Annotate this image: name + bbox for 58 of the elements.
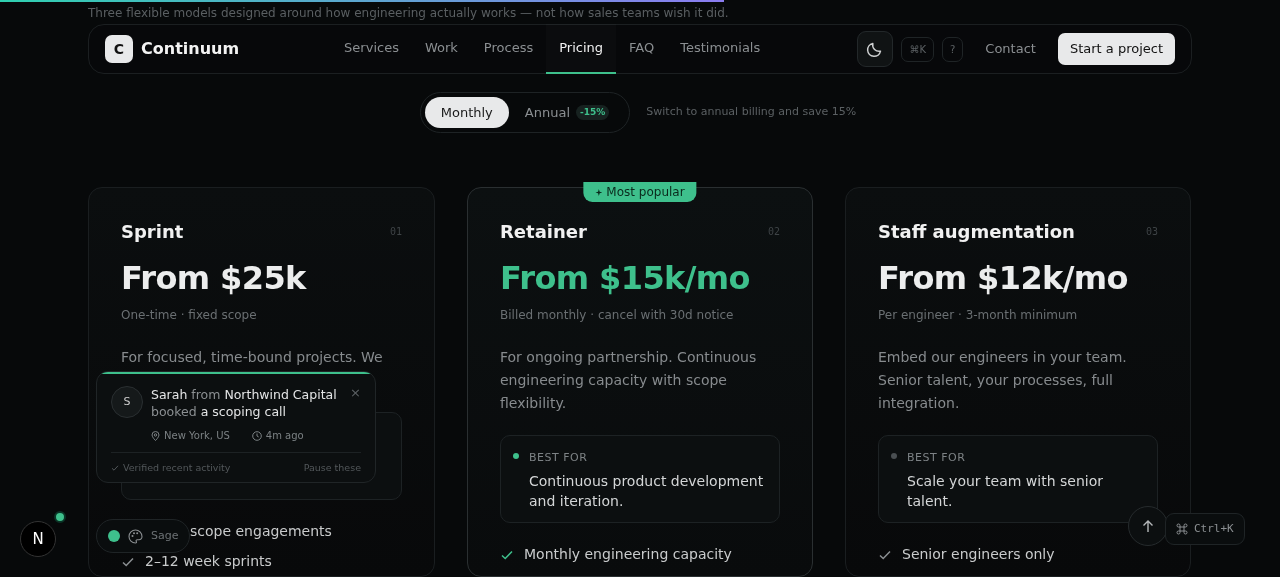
best-for-text: Scale your team with senior talent. xyxy=(907,472,1104,512)
sparkle-icon xyxy=(595,188,603,196)
plan-number: 03 xyxy=(1145,225,1158,240)
nav-link[interactable]: Testimonials xyxy=(667,24,774,74)
plan-title: Retainer xyxy=(500,221,587,243)
plan-title: Sprint xyxy=(121,221,184,243)
plan-title: Staff augmentation xyxy=(878,221,1075,243)
command-palette-button[interactable]: Ctrl+K xyxy=(1165,513,1245,545)
best-for-label: BEST FOR xyxy=(529,449,589,466)
close-button[interactable]: × xyxy=(350,386,361,399)
best-for-label: BEST FOR xyxy=(907,449,967,466)
dev-badge[interactable]: N xyxy=(20,521,56,557)
nav-link[interactable]: Services xyxy=(331,24,412,74)
plan-number: 01 xyxy=(389,225,402,240)
discount-badge: -15% xyxy=(576,104,610,121)
plan-terms: One-time · fixed scope xyxy=(121,306,258,324)
activity-message: Sarah from Northwind Capital booked a scoping call xyxy=(151,386,338,420)
theme-toggle-button[interactable] xyxy=(857,31,894,67)
nav-link[interactable]: Process xyxy=(470,24,547,74)
verified-text: Verified recent activity xyxy=(123,461,231,475)
plan-price: From $12k/mo xyxy=(878,257,1129,299)
contact-link[interactable]: Contact xyxy=(975,39,1046,59)
feature-text: Senior engineers only xyxy=(902,545,1055,565)
location-text: New York, US xyxy=(164,429,230,443)
plan-description: Embed our engineers in your team. Senior talent, your processes, full integration. xyxy=(878,347,1128,413)
palette-icon xyxy=(128,528,143,544)
logo-mark[interactable]: C xyxy=(105,35,133,63)
nav-link[interactable]: Work xyxy=(411,24,471,74)
clock-icon xyxy=(251,430,262,441)
plan-description: For focused, time-bound projects. We xyxy=(121,347,384,367)
nav-link[interactable]: Pricing xyxy=(546,24,616,74)
location-pin-icon xyxy=(151,430,160,441)
best-for-text: Continuous product development and iteration. xyxy=(529,472,765,512)
brand-name[interactable]: Continuum xyxy=(141,37,240,61)
plan-price: From $25k xyxy=(121,257,308,299)
feature-text: scope engagements xyxy=(190,522,332,542)
search-shortcut-button[interactable]: ⌘K xyxy=(901,36,934,62)
arrow-up-icon xyxy=(1142,519,1154,533)
feature-text: Monthly engineering capacity xyxy=(524,545,732,565)
command-key-icon xyxy=(1176,523,1188,535)
billing-option[interactable]: Monthly xyxy=(424,97,509,128)
nav-link[interactable]: FAQ xyxy=(616,24,668,74)
plan-description: For ongoing partnership. Continuous engineering capacity with scope flexibility. xyxy=(500,347,758,413)
feature-text: 2–12 week sprints xyxy=(145,552,272,572)
theme-picker-button[interactable]: Sage xyxy=(96,519,191,553)
plan-terms: Billed monthly · cancel with 30d notice xyxy=(500,306,735,324)
billing-option[interactable]: Annual -15% xyxy=(508,97,626,128)
billing-hint: Switch to annual billing and save 15% xyxy=(646,104,857,121)
help-button[interactable]: ? xyxy=(942,36,964,62)
start-project-button[interactable]: Start a project xyxy=(1057,33,1175,65)
plan-terms: Per engineer · 3-month minimum xyxy=(878,306,1079,324)
check-icon xyxy=(111,464,119,473)
avatar: S xyxy=(111,386,143,418)
popular-badge: Most popular xyxy=(583,182,697,202)
status-dot xyxy=(54,511,66,523)
plan-price: From $15k/mo xyxy=(500,257,751,299)
time-text: 4m ago xyxy=(265,429,304,443)
intro-text: Three flexible models designed around how engineering actually works — not how sales teams wish it did. xyxy=(88,5,730,21)
